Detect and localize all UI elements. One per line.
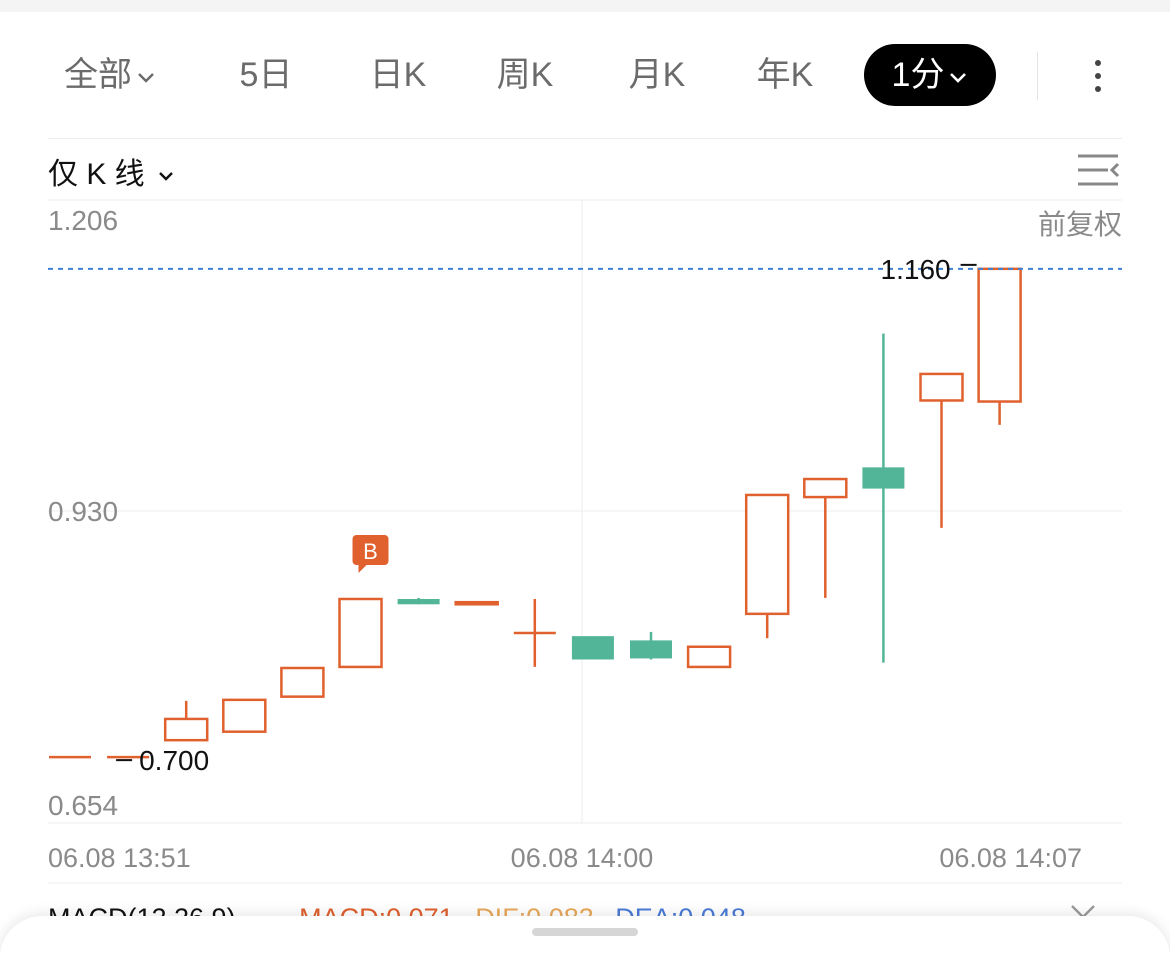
candle xyxy=(744,493,790,639)
candle-body xyxy=(630,640,672,659)
candle xyxy=(686,645,732,669)
candle-body xyxy=(338,597,383,669)
candle-body xyxy=(686,645,732,669)
adjust-label: 前复权 xyxy=(1038,209,1122,240)
candle xyxy=(397,597,440,605)
min-price-label: 0.700 xyxy=(139,745,209,776)
candle-body xyxy=(222,698,267,733)
candle xyxy=(630,631,672,660)
candle xyxy=(280,666,325,698)
y-tick-label-2: 0.654 xyxy=(48,790,118,821)
bottom-sheet[interactable] xyxy=(0,916,1170,973)
buy-marker-label: B xyxy=(363,539,378,564)
candlestick-chart[interactable]: 1.206 0.930 0.654 前复权 06.08 13:51 06.08 … xyxy=(0,12,1170,912)
x-tick-label-0: 06.08 13:51 xyxy=(48,843,191,873)
y-tick-label-1: 0.930 xyxy=(48,496,118,527)
candle xyxy=(163,700,209,742)
candle-body xyxy=(919,372,964,402)
candle xyxy=(513,598,556,667)
candle-body xyxy=(977,267,1022,403)
candle-body xyxy=(803,477,848,499)
candle xyxy=(338,597,383,669)
candle xyxy=(862,333,905,663)
candle xyxy=(919,372,964,528)
y-tick-label-0: 1.206 xyxy=(48,205,118,236)
candle xyxy=(977,267,1022,425)
candle xyxy=(454,600,499,606)
x-tick-label-2: 06.08 14:07 xyxy=(939,843,1082,873)
candle-body xyxy=(397,598,440,605)
candle xyxy=(571,636,614,660)
candles-group xyxy=(49,267,1022,759)
candle-body xyxy=(163,717,209,742)
sheet-grabber[interactable] xyxy=(532,928,638,936)
annotations-group: 1.160 0.700 B xyxy=(48,254,1122,776)
candle xyxy=(222,698,267,733)
kline-card: 全部 5日 日K 周K 月K 年K 1分 仅 K 线 1.206 0.930 0… xyxy=(0,12,1170,973)
max-price-label: 1.160 xyxy=(881,254,951,285)
candle-body xyxy=(454,600,499,606)
buy-marker[interactable]: B xyxy=(352,534,389,573)
candle-body xyxy=(571,636,614,660)
candle xyxy=(803,477,848,598)
candle-body xyxy=(280,666,325,698)
x-tick-label-1: 06.08 14:00 xyxy=(511,843,654,873)
candle-body xyxy=(862,467,905,489)
candle-body xyxy=(744,493,790,616)
